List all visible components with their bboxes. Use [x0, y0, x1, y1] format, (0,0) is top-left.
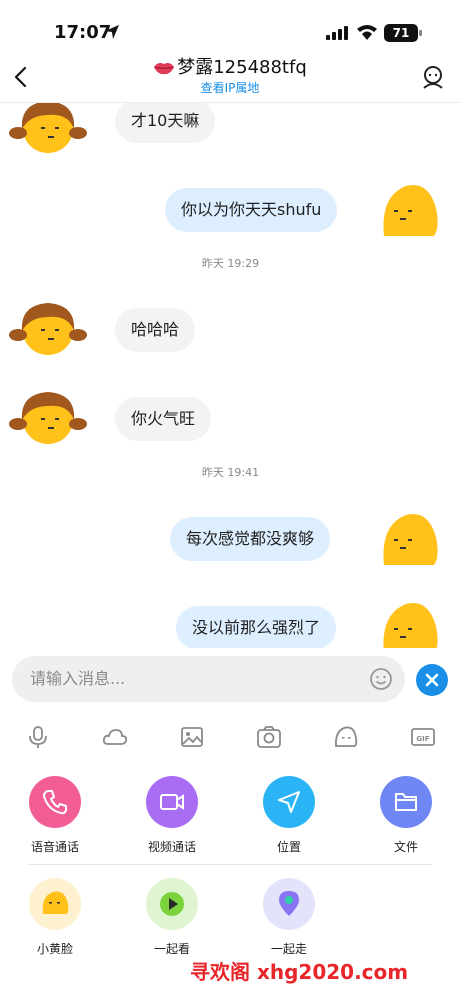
- camera-icon[interactable]: [256, 724, 282, 750]
- walk-together-label: 一起走: [270, 942, 307, 956]
- location-arrow-icon: [278, 791, 300, 813]
- profile-icon[interactable]: [420, 64, 446, 90]
- battery-tip: [419, 30, 422, 36]
- message-input-placeholder: 请输入消息...: [30, 669, 126, 688]
- close-icon: [425, 673, 439, 687]
- video-call-label: 视频通话: [147, 840, 196, 854]
- sticker-face-icon[interactable]: [333, 724, 359, 750]
- location-label: 位置: [276, 840, 301, 854]
- cellular-signal-icon: [326, 26, 348, 40]
- walk-together-button[interactable]: 一起走: [249, 878, 329, 957]
- folder-icon: [395, 793, 417, 811]
- gif-icon[interactable]: GIF: [410, 724, 436, 750]
- yellow-face-button[interactable]: 小黄脸: [15, 878, 95, 957]
- video-call-button[interactable]: 视频通话: [132, 776, 212, 855]
- location-button[interactable]: 位置: [249, 776, 329, 855]
- voice-call-circle: [29, 776, 81, 828]
- message-list[interactable]: 才10天嘛 你以为你天天shufu 昨天 19:29 哈哈哈 你火气旺 昨天 1…: [0, 103, 461, 648]
- my-avatar[interactable]: [370, 596, 450, 648]
- my-avatar[interactable]: [370, 178, 450, 240]
- yellow-face-label: 小黄脸: [36, 942, 73, 956]
- voice-call-button[interactable]: 语音通话: [15, 776, 95, 855]
- play-icon: [160, 892, 184, 916]
- timestamp: 昨天 19:41: [201, 466, 260, 479]
- watch-together-label: 一起看: [153, 942, 190, 956]
- file-label: 文件: [393, 840, 418, 854]
- microphone-icon[interactable]: [25, 724, 51, 750]
- video-camera-icon: [160, 794, 184, 810]
- phone-icon: [42, 790, 67, 815]
- file-circle: [380, 776, 432, 828]
- emoji-icon[interactable]: [368, 666, 394, 692]
- contact-name: 梦露125488tfq: [177, 57, 307, 78]
- yellow-face-circle: [29, 878, 81, 930]
- cloud-icon[interactable]: [102, 724, 128, 750]
- walk-together-circle: [263, 878, 315, 930]
- message-input[interactable]: 请输入消息...: [12, 656, 405, 702]
- message-bubble[interactable]: 你火气旺: [115, 397, 212, 441]
- back-arrow-icon[interactable]: [10, 66, 32, 88]
- video-call-circle: [146, 776, 198, 828]
- svg-text:GIF: GIF: [416, 735, 429, 743]
- message-bubble[interactable]: 没以前那么强烈了: [176, 606, 337, 648]
- composer-panel: 请输入消息... GIF 语音通话 视频通话 位置 文件 小黄脸 一起看 一起走…: [0, 648, 461, 1000]
- contact-avatar[interactable]: [8, 103, 88, 155]
- lips-icon: [154, 63, 175, 75]
- yellow-face-icon: [42, 891, 69, 914]
- section-divider: [28, 864, 432, 865]
- message-bubble[interactable]: 才10天嘛: [115, 103, 216, 143]
- contact-title: 梦露125488tfq: [150, 56, 310, 80]
- battery-level: 71: [384, 24, 418, 42]
- location-services-icon: [105, 25, 119, 39]
- message-bubble[interactable]: 每次感觉都没爽够: [170, 517, 331, 561]
- message-bubble[interactable]: 哈哈哈: [115, 308, 196, 352]
- contact-avatar[interactable]: [8, 295, 88, 357]
- status-time: 17:07: [54, 22, 112, 43]
- watch-together-button[interactable]: 一起看: [132, 878, 212, 957]
- watch-together-circle: [146, 878, 198, 930]
- voice-call-label: 语音通话: [30, 840, 79, 854]
- contact-avatar[interactable]: [8, 384, 88, 446]
- view-ip-location-link[interactable]: 查看IP属地: [150, 80, 310, 96]
- file-button[interactable]: 文件: [366, 776, 446, 855]
- location-circle: [263, 776, 315, 828]
- chat-header: 梦露125488tfq 查看IP属地: [0, 52, 461, 103]
- wifi-icon: [357, 25, 377, 40]
- timestamp: 昨天 19:29: [201, 257, 260, 270]
- map-pin-icon: [279, 891, 299, 916]
- image-icon[interactable]: [179, 724, 205, 750]
- title-block: 梦露125488tfq 查看IP属地: [150, 56, 310, 96]
- watermark: 寻欢阁 xhg2020.com: [190, 960, 409, 984]
- my-avatar[interactable]: [370, 507, 450, 569]
- message-bubble[interactable]: 你以为你天天shufu: [165, 188, 338, 232]
- status-bar: 17:07 71: [0, 0, 461, 52]
- close-panel-button[interactable]: [416, 664, 448, 696]
